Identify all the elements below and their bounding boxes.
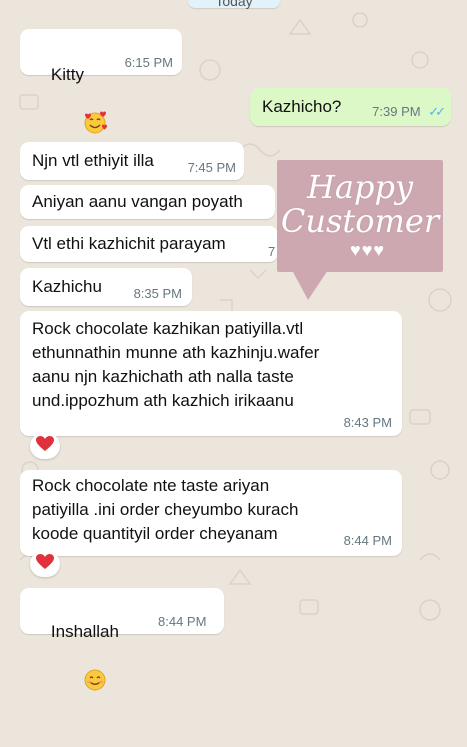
message-text: Inshallah — [32, 596, 119, 747]
incoming-message-bubble[interactable]: Kitty 6:15 PM — [20, 29, 182, 134]
smiling-face-icon — [55, 644, 107, 723]
message-timestamp: 8:35 PM — [133, 286, 182, 301]
message-timestamp: 8:43 PM — [343, 415, 392, 430]
message-timestamp: 7 — [268, 244, 276, 259]
message-text: Aniyan aanu vangan poyath — [32, 192, 243, 211]
sticker-hearts: ♥♥♥ — [350, 240, 386, 260]
sticker-speech-tail — [292, 270, 328, 300]
message-timestamp: 6:15 PM — [124, 55, 173, 70]
red-heart-icon — [36, 553, 54, 575]
incoming-message-bubble[interactable]: Rock chocolate nte taste ariyan patiyill… — [20, 470, 402, 556]
outgoing-message-bubble[interactable]: Kazhicho? 7:39 PM ✓✓ — [250, 88, 451, 126]
message-timestamp: 8:44 PM — [343, 533, 392, 548]
message-text: Kazhicho? — [262, 97, 342, 116]
message-text: Rock chocolate kazhikan patiyilla.vtl et… — [32, 319, 320, 410]
message-reaction[interactable] — [30, 433, 60, 459]
message-timestamp-text: 7:39 PM — [372, 104, 421, 119]
message-timestamp: 7:39 PM ✓✓ — [372, 104, 446, 120]
red-heart-icon — [36, 435, 54, 457]
message-timestamp: 7:45 PM — [187, 160, 236, 175]
incoming-message-bubble[interactable]: Inshallah 8:44 PM — [20, 588, 224, 691]
incoming-message-bubble[interactable]: Njn vtl ethiyit illa 7:45 PM — [20, 142, 244, 180]
message-text: Njn vtl ethiyit illa — [32, 151, 154, 170]
incoming-message-bubble[interactable]: Kazhichu 8:35 PM — [20, 268, 192, 306]
message-reaction[interactable] — [30, 551, 60, 577]
read-receipt-double-tick-icon: ✓✓ — [428, 104, 446, 119]
message-timestamp: 8:44 PM — [158, 614, 207, 629]
incoming-message-bubble[interactable]: Rock chocolate kazhikan patiyilla.vtl et… — [20, 311, 402, 436]
message-text: Vtl ethi kazhichit parayam — [32, 234, 226, 253]
sticker-line-1: Happy — [306, 168, 414, 206]
message-text-content: Inshallah — [50, 622, 119, 641]
message-text-content: Kitty — [50, 65, 84, 84]
date-separator-chip: Today — [188, 0, 280, 9]
incoming-message-bubble[interactable]: Aniyan aanu vangan poyath — [20, 185, 275, 219]
message-text: Kazhichu — [32, 277, 102, 296]
message-text: Rock chocolate nte taste ariyan patiyill… — [32, 476, 299, 543]
incoming-message-bubble[interactable]: Vtl ethi kazhichit parayam 7 — [20, 226, 278, 262]
sticker-line-2: Customer — [280, 202, 440, 240]
